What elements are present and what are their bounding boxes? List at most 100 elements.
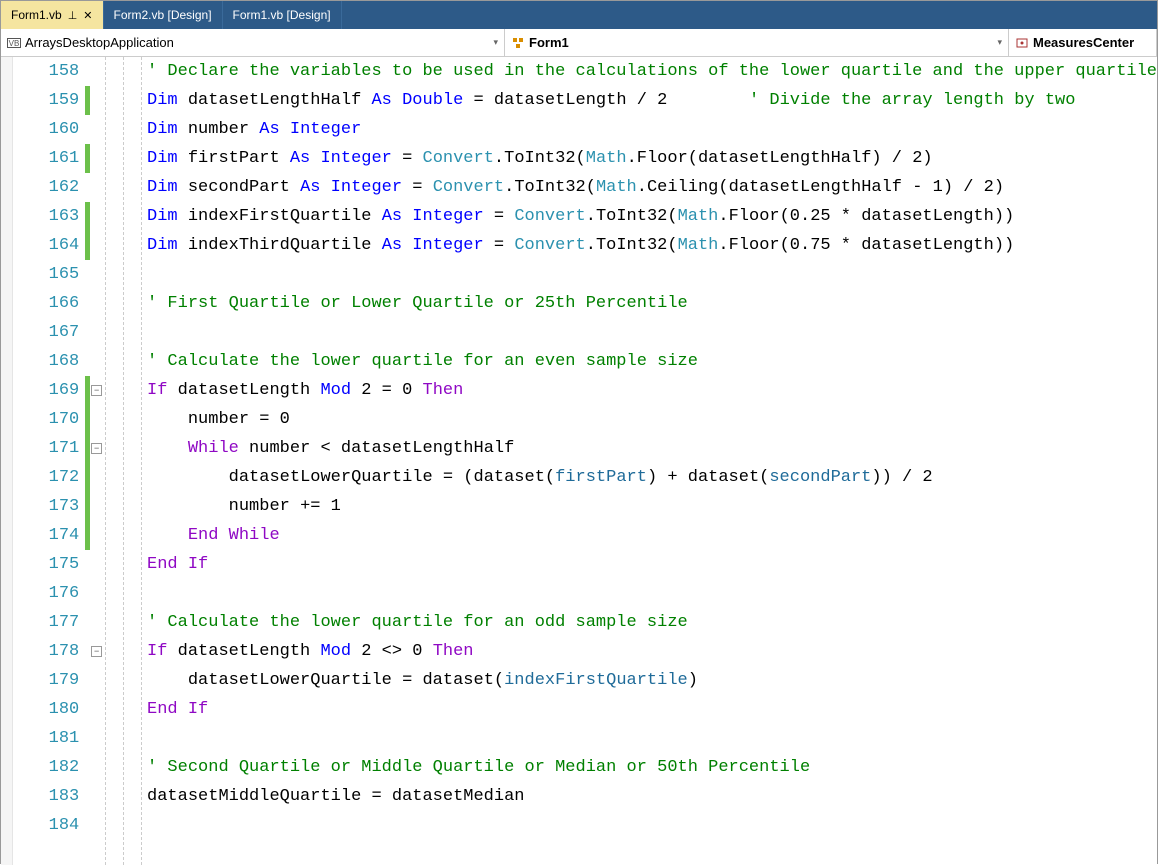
fold-cell [90,463,103,492]
fold-cell [90,86,103,115]
chevron-down-icon: ▾ [997,37,1002,48]
code-line[interactable]: Dim secondPart As Integer = Convert.ToIn… [147,173,1157,202]
line-number: 172 [13,463,80,492]
nav-bar: VB ArraysDesktopApplication ▾ Form1 ▾ Me… [1,29,1157,57]
line-number: 160 [13,115,80,144]
fold-cell [90,260,103,289]
code-line[interactable] [147,579,1157,608]
fold-toggle[interactable]: − [91,385,102,396]
line-number: 170 [13,405,80,434]
tab-form1-vb[interactable]: Form1.vb ⊥ ✕ [1,1,104,29]
tab-label: Form1.vb [11,8,62,22]
line-number: 163 [13,202,80,231]
fold-cell [90,347,103,376]
line-number: 183 [13,782,80,811]
line-number: 166 [13,289,80,318]
nav-project-label: ArraysDesktopApplication [25,35,174,50]
line-number: 178 [13,637,80,666]
line-number: 161 [13,144,80,173]
fold-cell [90,231,103,260]
fold-cell [90,811,103,840]
code-line[interactable]: ' Calculate the lower quartile for an ev… [147,347,1157,376]
fold-toggle[interactable]: − [91,646,102,657]
code-line[interactable]: ' First Quartile or Lower Quartile or 25… [147,289,1157,318]
fold-cell [90,579,103,608]
code-line[interactable]: End If [147,550,1157,579]
code-line[interactable] [147,724,1157,753]
line-number: 180 [13,695,80,724]
line-number: 167 [13,318,80,347]
svg-text:VB: VB [9,39,20,48]
fold-cell [90,144,103,173]
nav-project-dropdown[interactable]: VB ArraysDesktopApplication ▾ [1,29,505,56]
line-number: 177 [13,608,80,637]
nav-member-label: MeasuresCenter [1033,35,1134,50]
code-line[interactable]: ' Calculate the lower quartile for an od… [147,608,1157,637]
code-line[interactable]: datasetLowerQuartile = dataset(indexFirs… [147,666,1157,695]
selection-margin [1,57,13,865]
fold-cell [90,173,103,202]
fold-cell [90,405,103,434]
line-number: 164 [13,231,80,260]
code-line[interactable]: While number < datasetLengthHalf [147,434,1157,463]
code-line[interactable] [147,318,1157,347]
tab-form1-design[interactable]: Form1.vb [Design] [223,1,342,29]
line-number: 175 [13,550,80,579]
nav-class-label: Form1 [529,35,569,50]
line-number: 171 [13,434,80,463]
line-number: 179 [13,666,80,695]
fold-column: − − − [90,57,103,865]
line-number: 176 [13,579,80,608]
code-line[interactable]: Dim firstPart As Integer = Convert.ToInt… [147,144,1157,173]
code-line[interactable]: End If [147,695,1157,724]
code-line[interactable]: number = 0 [147,405,1157,434]
tab-bar: Form1.vb ⊥ ✕ Form2.vb [Design] Form1.vb … [1,1,1157,29]
code-line[interactable]: Dim indexFirstQuartile As Integer = Conv… [147,202,1157,231]
line-number: 169 [13,376,80,405]
fold-cell [90,724,103,753]
code-line[interactable]: datasetLowerQuartile = (dataset(firstPar… [147,463,1157,492]
fold-cell: − [90,637,103,666]
code-line[interactable]: ' Second Quartile or Middle Quartile or … [147,753,1157,782]
close-icon[interactable]: ✕ [83,9,92,22]
fold-cell [90,289,103,318]
fold-cell [90,753,103,782]
line-number: 162 [13,173,80,202]
code-line[interactable]: If datasetLength Mod 2 <> 0 Then [147,637,1157,666]
code-line[interactable]: End While [147,521,1157,550]
fold-cell [90,521,103,550]
fold-toggle[interactable]: − [91,443,102,454]
code-editor[interactable]: 1581591601611621631641651661671681691701… [1,57,1157,865]
code-line[interactable]: Dim number As Integer [147,115,1157,144]
fold-cell [90,550,103,579]
tab-label: Form2.vb [Design] [114,8,212,22]
code-line[interactable] [147,811,1157,840]
fold-cell [90,115,103,144]
code-line[interactable]: datasetMiddleQuartile = datasetMedian [147,782,1157,811]
fold-cell [90,782,103,811]
fold-cell [90,57,103,86]
code-line[interactable]: Dim indexThirdQuartile As Integer = Conv… [147,231,1157,260]
line-number-gutter: 1581591601611621631641651661671681691701… [13,57,86,865]
code-line[interactable] [147,260,1157,289]
fold-cell: − [90,376,103,405]
nav-member-dropdown[interactable]: MeasuresCenter [1009,29,1157,56]
code-line[interactable]: number += 1 [147,492,1157,521]
code-area[interactable]: ' Declare the variables to be used in th… [147,57,1157,865]
fold-cell [90,492,103,521]
tab-form2-design[interactable]: Form2.vb [Design] [104,1,223,29]
fold-cell: − [90,434,103,463]
fold-cell [90,202,103,231]
nav-class-dropdown[interactable]: Form1 ▾ [505,29,1009,56]
chevron-down-icon: ▾ [493,37,498,48]
tab-label: Form1.vb [Design] [233,8,331,22]
code-line[interactable]: ' Declare the variables to be used in th… [147,57,1157,86]
line-number: 158 [13,57,80,86]
fold-cell [90,666,103,695]
class-icon [511,36,525,50]
code-line[interactable]: Dim datasetLengthHalf As Double = datase… [147,86,1157,115]
code-line[interactable]: If datasetLength Mod 2 = 0 Then [147,376,1157,405]
indent-guide-column [103,57,147,865]
fold-cell [90,695,103,724]
pin-icon[interactable]: ⊥ [68,9,78,22]
